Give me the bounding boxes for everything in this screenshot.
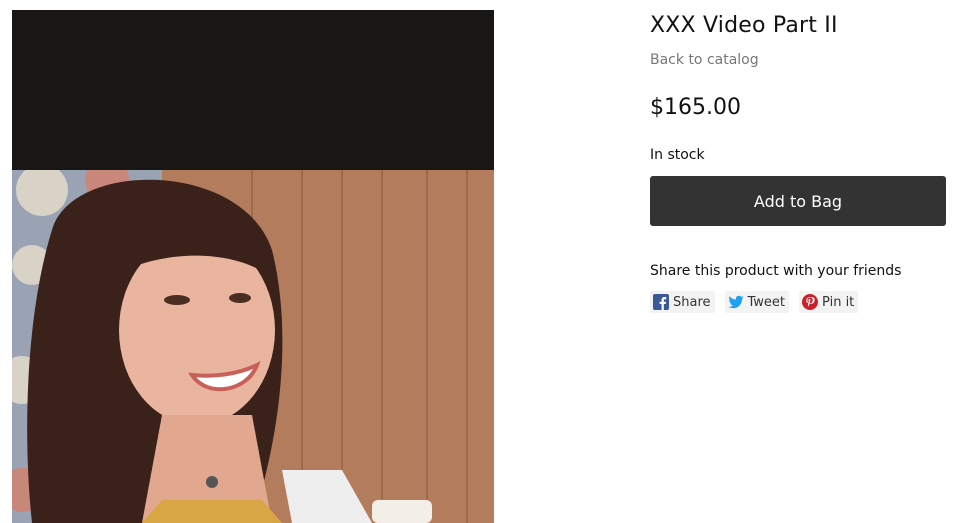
image-dark-band [12,10,494,170]
product-image[interactable] [12,10,494,523]
stock-status: In stock [650,147,705,163]
share-heading: Share this product with your friends [650,263,902,279]
pinterest-pin-button[interactable]: Pin it [799,291,859,313]
share-buttons: Share Tweet Pin it [650,291,859,313]
twitter-tweet-button[interactable]: Tweet [724,291,790,313]
twitter-tweet-label: Tweet [747,294,786,310]
pinterest-pin-label: Pin it [822,294,855,310]
pinterest-icon [802,294,819,310]
product-photo [12,170,494,523]
facebook-share-label: Share [673,294,711,310]
facebook-icon [653,294,669,310]
product-price: $165.00 [650,95,741,120]
facebook-share-button[interactable]: Share [650,291,715,313]
back-to-catalog-link[interactable]: Back to catalog [650,52,759,68]
twitter-icon [728,294,744,310]
add-to-bag-button[interactable]: Add to Bag [650,176,946,226]
product-page: XXX Video Part II Back to catalog $165.0… [0,0,961,523]
product-title: XXX Video Part II [650,13,838,38]
